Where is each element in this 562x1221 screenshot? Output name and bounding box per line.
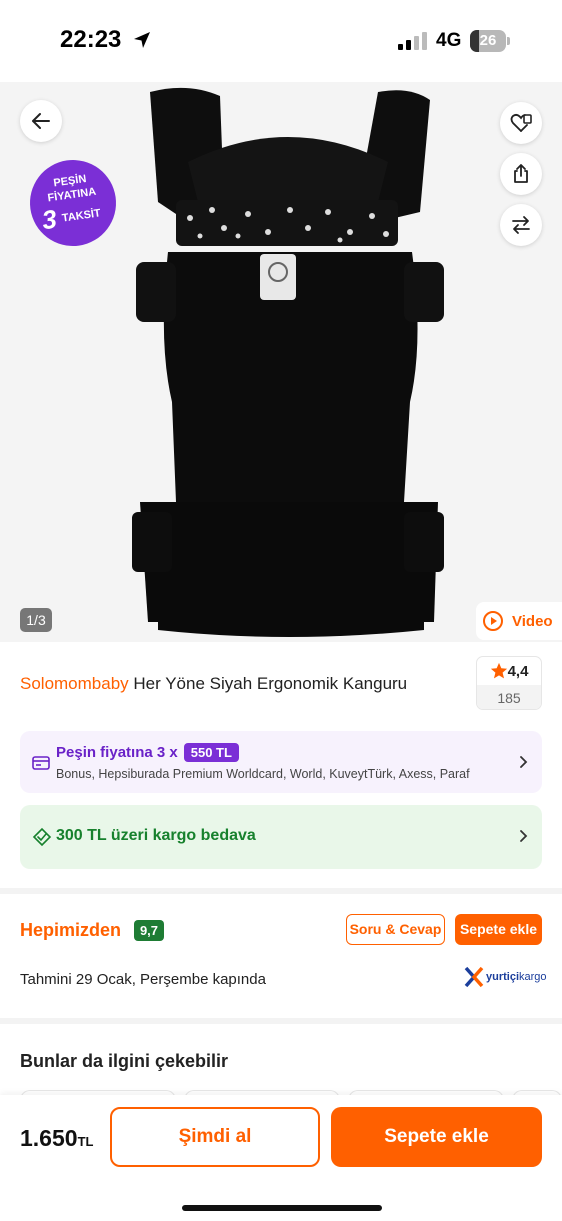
brand-link[interactable]: Solomombaby xyxy=(20,674,129,693)
star-icon xyxy=(490,662,507,679)
back-arrow-icon xyxy=(32,113,50,129)
free-shipping-text: 300 TL üzeri kargo bedava xyxy=(56,827,256,844)
questions-answers-button[interactable]: Soru & Cevap xyxy=(346,914,445,945)
chevron-right-icon xyxy=(520,756,528,768)
home-indicator xyxy=(182,1205,382,1211)
promo-number: 3 xyxy=(40,203,59,236)
play-icon xyxy=(483,611,503,631)
product-title: Solomombaby Her Yöne Siyah Ergonomik Kan… xyxy=(20,674,460,694)
recommendations-title: Bunlar da ilgini çekebilir xyxy=(20,1051,229,1071)
heart-add-icon xyxy=(510,113,532,132)
add-to-favorites-button[interactable] xyxy=(500,102,542,144)
product-name: Her Yöne Siyah Ergonomik Kanguru xyxy=(133,674,408,693)
buy-now-button[interactable]: Şimdi al xyxy=(110,1107,320,1167)
section-divider xyxy=(0,888,562,894)
video-button[interactable]: Video xyxy=(476,602,562,640)
promo-line-3: TAKSİT xyxy=(61,207,102,225)
cargo-suffix: kargo xyxy=(519,971,547,983)
installment-banks: Bonus, Hepsiburada Premium Worldcard, Wo… xyxy=(56,767,470,781)
status-time: 22:23 xyxy=(60,26,122,53)
section-divider xyxy=(0,1018,562,1024)
cargo-brand: yurtiçi xyxy=(486,971,520,983)
shipping-icon xyxy=(32,827,52,847)
share-button[interactable] xyxy=(500,153,542,195)
free-shipping-card[interactable]: 300 TL üzeri kargo bedava xyxy=(20,805,542,869)
status-bar: 22:23 4G 26 xyxy=(0,0,562,82)
price-value: 1.650 xyxy=(20,1125,78,1151)
signal-icon xyxy=(398,32,427,50)
compare-button[interactable] xyxy=(500,204,542,246)
seller-add-to-cart-button[interactable]: Sepete ekle xyxy=(455,914,542,945)
product-price: 1.650TL xyxy=(20,1125,93,1152)
yurtici-kargo-logo: yurtiçikargo xyxy=(464,966,547,988)
image-page-indicator: 1/3 xyxy=(20,608,52,632)
seller-name[interactable]: Hepimizden xyxy=(20,920,121,941)
installment-price: 550 TL xyxy=(183,743,239,762)
rating-box[interactable]: 4,4 185 xyxy=(476,656,542,710)
network-type: 4G xyxy=(436,30,462,51)
installment-promo-badge: PEŞİN FİYATINA 3 TAKSİT xyxy=(24,154,122,252)
card-icon xyxy=(32,756,50,770)
chevron-right-icon xyxy=(520,830,528,842)
product-image xyxy=(132,87,444,637)
battery-percent: 26 xyxy=(479,32,497,49)
add-to-cart-button[interactable]: Sepete ekle xyxy=(331,1107,542,1167)
location-arrow-icon xyxy=(134,32,150,48)
cargo-mark-icon xyxy=(464,966,484,988)
installment-card[interactable]: Peşin fiyatına 3 x 550 TL Bonus, Hepsibu… xyxy=(20,731,542,793)
product-gallery[interactable]: PEŞİN FİYATINA 3 TAKSİT 1/3 Video xyxy=(0,82,562,642)
delivery-estimate: Tahmini 29 Ocak, Perşembe kapında xyxy=(20,971,266,988)
rating-value: 4,4 xyxy=(507,662,529,680)
video-label: Video xyxy=(512,612,553,630)
share-icon xyxy=(514,164,528,183)
review-count: 185 xyxy=(477,685,541,709)
back-button[interactable] xyxy=(20,100,62,142)
seller-score-badge: 9,7 xyxy=(134,920,164,941)
bottom-action-bar: 1.650TL Şimdi al Sepete ekle xyxy=(0,1095,562,1221)
installment-prefix: Peşin fiyatına 3 x xyxy=(56,744,178,761)
price-currency: TL xyxy=(77,1134,94,1149)
compare-arrows-icon xyxy=(512,216,530,234)
installment-title: Peşin fiyatına 3 x 550 TL xyxy=(56,743,239,762)
battery-indicator: 26 xyxy=(470,30,510,52)
